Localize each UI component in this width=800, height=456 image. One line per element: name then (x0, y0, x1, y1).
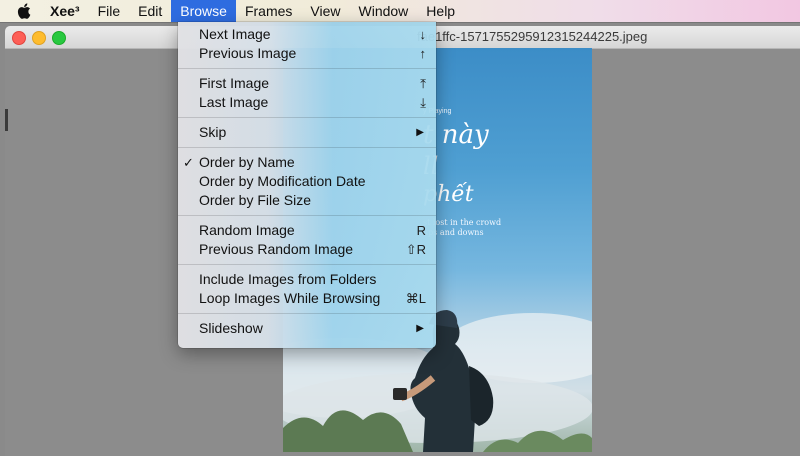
down-arrow-shortcut-icon: ↓ (419, 27, 427, 42)
checkmark-icon: ✓ (183, 155, 194, 170)
end-shortcut-icon: ⤓ (420, 95, 426, 110)
menu-item-previous-image[interactable]: Previous Image ↑ (178, 44, 436, 63)
zoom-window-button[interactable] (52, 31, 66, 45)
menu-item-label: Order by Modification Date (199, 173, 366, 189)
menu-item-label: Previous Image (199, 45, 297, 61)
menu-item-label: Previous Random Image (199, 241, 354, 257)
menu-item-order-by-name[interactable]: ✓ Order by Name (178, 153, 436, 172)
menu-item-label: Next Image (199, 26, 271, 42)
browse-menu-dropdown: Next Image ↓ Previous Image ↑ First Imag… (178, 22, 436, 348)
window-edge-marker (5, 109, 8, 131)
menu-bar: Xee³ File Edit Browse Frames View Window… (0, 0, 800, 22)
menu-help[interactable]: Help (417, 0, 464, 22)
submenu-arrow-icon: ▶ (416, 323, 424, 334)
menu-separator (178, 215, 436, 216)
close-window-button[interactable] (12, 31, 26, 45)
apple-logo-icon[interactable] (17, 3, 33, 20)
menu-item-label: Random Image (199, 222, 295, 238)
menu-separator (178, 147, 436, 148)
menu-browse[interactable]: Browse (171, 0, 236, 22)
home-shortcut-icon: ⤒ (420, 76, 426, 91)
menu-app-name[interactable]: Xee³ (41, 0, 89, 22)
menu-item-first-image[interactable]: First Image ⤒ (178, 74, 436, 93)
menu-item-random-image[interactable]: Random Image R (178, 221, 436, 240)
menu-item-label: Slideshow (199, 320, 263, 336)
menu-separator (178, 68, 436, 69)
menu-item-label: Loop Images While Browsing (199, 290, 381, 306)
menu-item-previous-random-image[interactable]: Previous Random Image ⇧R (178, 240, 436, 259)
menu-separator (178, 117, 436, 118)
menu-item-shortcut: ⌘L (405, 291, 426, 306)
menu-separator (178, 313, 436, 314)
menu-view[interactable]: View (301, 0, 349, 22)
menu-item-shortcut: R (416, 223, 426, 238)
menu-window[interactable]: Window (350, 0, 418, 22)
menu-separator (178, 264, 436, 265)
menu-item-slideshow[interactable]: Slideshow ▶ (178, 319, 436, 338)
window-title: fae1ffc-1571755295912315244225.jpeg (417, 29, 648, 44)
menu-item-include-images-from-folders[interactable]: Include Images from Folders (178, 270, 436, 289)
menu-item-shortcut: ⇧R (405, 242, 426, 257)
menu-item-last-image[interactable]: Last Image ⤓ (178, 93, 436, 112)
menu-item-order-by-file-size[interactable]: Order by File Size (178, 191, 436, 210)
menu-edit[interactable]: Edit (129, 0, 171, 22)
menu-item-label: Order by File Size (199, 192, 312, 208)
menu-item-loop-images-while-browsing[interactable]: Loop Images While Browsing ⌘L (178, 289, 436, 308)
minimize-window-button[interactable] (32, 31, 46, 45)
menu-item-label: First Image (199, 75, 270, 91)
menu-item-label: Include Images from Folders (199, 271, 377, 287)
menu-item-label: Last Image (199, 94, 269, 110)
menu-item-order-by-modification-date[interactable]: Order by Modification Date (178, 172, 436, 191)
submenu-arrow-icon: ▶ (416, 127, 424, 138)
menu-item-next-image[interactable]: Next Image ↓ (178, 25, 436, 44)
menu-item-skip[interactable]: Skip ▶ (178, 123, 436, 142)
menu-file[interactable]: File (89, 0, 130, 22)
menu-frames[interactable]: Frames (236, 0, 301, 22)
menu-item-label: Skip (199, 124, 227, 140)
menu-item-label: Order by Name (199, 154, 295, 170)
up-arrow-shortcut-icon: ↑ (419, 46, 427, 61)
